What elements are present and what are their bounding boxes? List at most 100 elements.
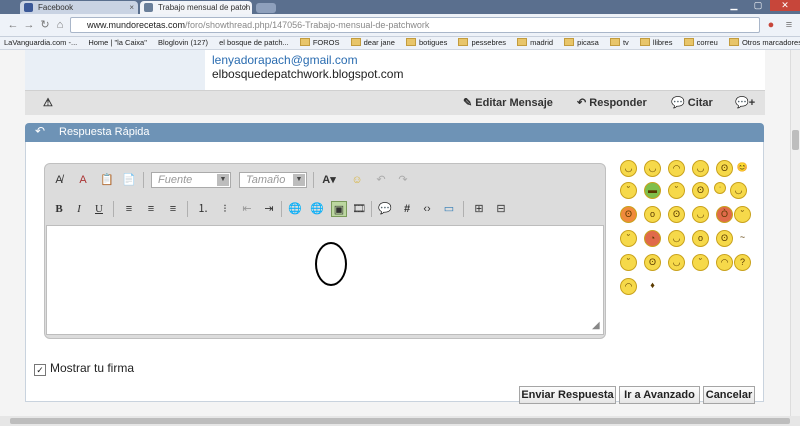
bookmark-folder[interactable]: FOROS [299, 37, 340, 49]
other-bookmarks[interactable]: Otros marcadores [728, 37, 800, 49]
italic-button[interactable]: I [71, 201, 87, 217]
align-right-icon[interactable]: ≡ [165, 201, 181, 217]
smiley-icon[interactable]: ▬ [644, 182, 661, 199]
vertical-scrollbar[interactable] [790, 50, 800, 416]
paste-icon[interactable]: 📋 [99, 172, 115, 188]
bookmark-folder[interactable]: llibres [639, 37, 672, 49]
forward-icon[interactable]: → [22, 18, 36, 32]
bold-button[interactable]: B [51, 201, 67, 217]
bookmark-folder[interactable]: pessebres [458, 37, 506, 49]
smiley-icon[interactable]: · [714, 182, 726, 194]
size-select[interactable]: Tamaño ▼ [239, 172, 307, 188]
horizontal-scroll-thumb[interactable] [10, 418, 790, 424]
align-center-icon[interactable]: ≡ [143, 201, 159, 217]
smiley-icon[interactable]: ʘ [644, 254, 661, 271]
bookmark-folder[interactable]: dear jane [350, 37, 395, 49]
redo-icon[interactable]: ↷ [395, 172, 411, 188]
smiley-icon[interactable]: ʘ [620, 206, 637, 223]
close-tab-icon[interactable]: × [243, 1, 248, 14]
font-select[interactable]: Fuente ▼ [151, 172, 231, 188]
tab-facebook[interactable]: Facebook × [20, 1, 138, 14]
bookmark-item[interactable]: LaVanguardia.com -... [4, 37, 77, 49]
new-tab-button[interactable] [256, 3, 276, 13]
bookmark-item[interactable]: el bosque de patch... [219, 37, 289, 49]
bookmark-folder[interactable]: madrid [517, 37, 553, 49]
resize-grip-icon[interactable]: ◢ [592, 320, 600, 331]
smiley-icon[interactable]: ? [734, 254, 751, 271]
show-signature-row[interactable]: ✓ Mostrar tu firma [34, 361, 134, 376]
maximize-icon[interactable]: ▢ [746, 0, 770, 11]
quote-icon[interactable]: 💬 [377, 201, 393, 217]
smiley-icon[interactable]: 😊 [734, 160, 751, 177]
unordered-list-icon[interactable]: ⁝ [217, 201, 233, 217]
smiley-icon[interactable]: ◠ [716, 254, 733, 271]
remove-format-icon[interactable]: A̸ [51, 172, 67, 188]
smiley-icon[interactable]: ˘ [620, 254, 637, 271]
hash-icon[interactable]: # [399, 201, 415, 217]
smiley-icon[interactable]: ˘ [620, 182, 637, 199]
remove-link-icon[interactable]: 🌐 [309, 201, 325, 217]
smiley-icon[interactable]: ʘ [716, 230, 733, 247]
smiley-icon[interactable]: ʘ [692, 182, 709, 199]
close-tab-icon[interactable]: × [129, 1, 134, 14]
shrink-icon[interactable]: ⊟ [493, 201, 509, 217]
go-advanced-button[interactable]: Ir a Avanzado [619, 386, 700, 404]
smiley-icon[interactable]: ◡ [668, 254, 685, 271]
cancel-button[interactable]: Cancelar [703, 386, 755, 404]
php-icon[interactable]: ▭ [441, 201, 457, 217]
signature-email-link[interactable]: lenyadorapach@gmail.com [212, 53, 358, 67]
submit-reply-button[interactable]: Enviar Respuesta [519, 386, 616, 404]
insert-image-icon[interactable]: ▣ [331, 201, 347, 217]
smiley-icon[interactable]: ˘ [668, 182, 685, 199]
text-color-icon[interactable]: A▾ [321, 172, 337, 188]
underline-button[interactable]: U [91, 201, 107, 217]
smiley-icon[interactable]: ˘ [734, 206, 751, 223]
undo-icon[interactable]: ↶ [373, 172, 389, 188]
smiley-icon[interactable]: ◡ [692, 206, 709, 223]
home-icon[interactable]: ⌂ [53, 18, 67, 32]
insert-video-icon[interactable]: 🎞 [351, 201, 367, 217]
bookmark-item[interactable]: Home | "la Caixa" [88, 37, 147, 49]
align-left-icon[interactable]: ≡ [121, 201, 137, 217]
indent-icon[interactable]: ⇥ [261, 201, 277, 217]
reply-button[interactable]: ↶ Responder [577, 96, 647, 109]
extension-icon[interactable]: ● [764, 18, 778, 32]
smiley-icon[interactable]: ◡ [730, 182, 747, 199]
close-window-icon[interactable]: ✕ [770, 0, 800, 11]
vertical-scroll-thumb[interactable] [792, 130, 799, 150]
smiley-icon[interactable]: ◡ [644, 160, 661, 177]
bookmark-item[interactable]: Bloglovin (127) [158, 37, 208, 49]
ordered-list-icon[interactable]: ⒈ [195, 201, 211, 217]
smiley-icon[interactable]: ◡ [692, 160, 709, 177]
show-signature-checkbox[interactable]: ✓ [34, 364, 46, 376]
bookmark-folder[interactable]: correu [683, 37, 718, 49]
bookmark-folder[interactable]: tv [609, 37, 629, 49]
smiley-icon[interactable]: ~ [734, 230, 751, 247]
smiley-icon[interactable]: ˘ [692, 254, 709, 271]
clear-format-icon[interactable]: A [75, 172, 91, 188]
quote-button[interactable]: 💬 Citar [671, 96, 713, 109]
multi-quote-icon[interactable]: 💬+ [735, 96, 755, 109]
paste-word-icon[interactable]: 📄 [121, 172, 137, 188]
outdent-icon[interactable]: ⇤ [239, 201, 255, 217]
smiley-icon[interactable]: ◡ [620, 160, 637, 177]
smiley-icon[interactable]: ʘ [716, 160, 733, 177]
smiley-icon[interactable]: ♦ [644, 278, 661, 295]
reload-icon[interactable]: ↻ [38, 18, 52, 32]
report-warning-icon[interactable]: ⚠ [43, 96, 53, 109]
smiley-icon[interactable]: ◠ [620, 278, 637, 295]
smiley-insert-icon[interactable]: ☺ [349, 172, 365, 188]
bookmark-folder[interactable]: botigues [405, 37, 447, 49]
expand-icon[interactable]: ⊞ [471, 201, 487, 217]
smiley-icon[interactable]: o [644, 206, 661, 223]
smiley-icon[interactable]: ˘ [620, 230, 637, 247]
address-bar[interactable]: www.mundorecetas.com/foro/showthread.php… [70, 17, 760, 33]
smiley-icon[interactable]: Ò [716, 206, 733, 223]
back-icon[interactable]: ← [6, 18, 20, 32]
insert-link-icon[interactable]: 🌐 [287, 201, 303, 217]
minimize-icon[interactable]: ▁ [722, 0, 746, 11]
edit-post-button[interactable]: ✎ Editar Mensaje [463, 96, 553, 109]
tab-current-thread[interactable]: Trabajo mensual de patch × [140, 1, 252, 14]
code-icon[interactable]: ‹› [419, 201, 435, 217]
smiley-icon[interactable]: ◠ [668, 160, 685, 177]
